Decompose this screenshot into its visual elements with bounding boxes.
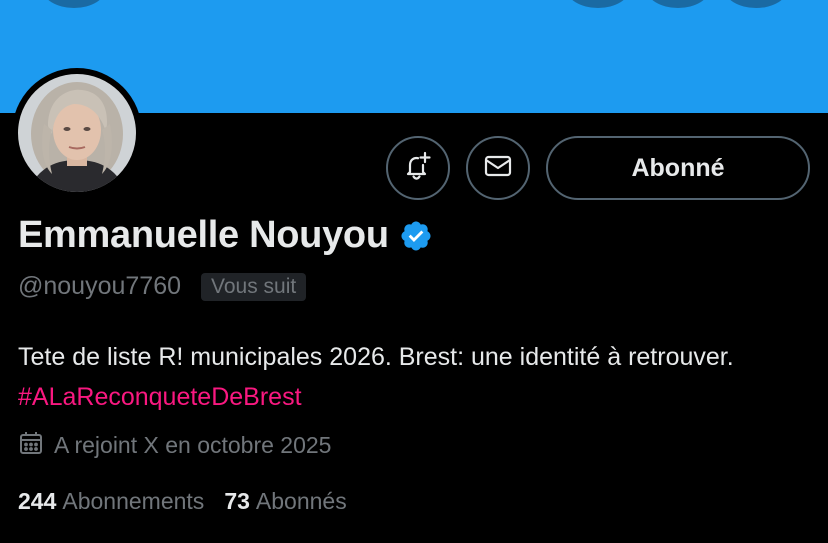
avatar-image bbox=[18, 74, 136, 192]
bell-plus-icon bbox=[402, 150, 434, 187]
handle: @nouyou7760 bbox=[18, 272, 182, 300]
notifications-button[interactable] bbox=[386, 136, 450, 200]
calendar-icon bbox=[18, 430, 54, 461]
search-button[interactable] bbox=[566, 0, 630, 8]
followers-label: Abonnés bbox=[255, 488, 347, 514]
envelope-icon bbox=[482, 150, 514, 187]
profile-page: Abonné Emmanuelle Nouyou @nouyou7760 Vou… bbox=[0, 0, 828, 543]
more-button[interactable] bbox=[724, 0, 788, 8]
joined-date: A rejoint X en octobre 2025 bbox=[54, 432, 332, 458]
follows-you-badge: Vous suit bbox=[201, 272, 307, 301]
display-name: Emmanuelle Nouyou bbox=[18, 214, 389, 256]
handle-row: @nouyou7760 Vous suit bbox=[18, 272, 307, 301]
follow-stats: 244 Abonnements 73 Abonnés bbox=[18, 488, 367, 515]
profile-name-row: Emmanuelle Nouyou bbox=[18, 214, 433, 257]
back-button[interactable] bbox=[42, 0, 106, 8]
following-count: 244 bbox=[18, 488, 57, 514]
followers-stat-link[interactable]: 73 Abonnés bbox=[224, 488, 346, 515]
share-button[interactable] bbox=[646, 0, 710, 8]
bio-hashtag-link[interactable]: #ALaReconqueteDeBrest bbox=[18, 383, 302, 411]
joined-row: A rejoint X en octobre 2025 bbox=[18, 430, 331, 461]
following-button[interactable]: Abonné bbox=[546, 136, 810, 200]
bio: Tete de liste R! municipales 2026. Brest… bbox=[18, 337, 808, 417]
following-stat-link[interactable]: 244 Abonnements bbox=[18, 488, 204, 515]
bio-text: Tete de liste R! municipales 2026. Brest… bbox=[18, 343, 734, 371]
verified-badge-icon[interactable] bbox=[399, 219, 433, 253]
avatar[interactable] bbox=[12, 68, 142, 198]
followers-count: 73 bbox=[224, 488, 250, 514]
following-label: Abonnements bbox=[62, 488, 205, 514]
message-button[interactable] bbox=[466, 136, 530, 200]
